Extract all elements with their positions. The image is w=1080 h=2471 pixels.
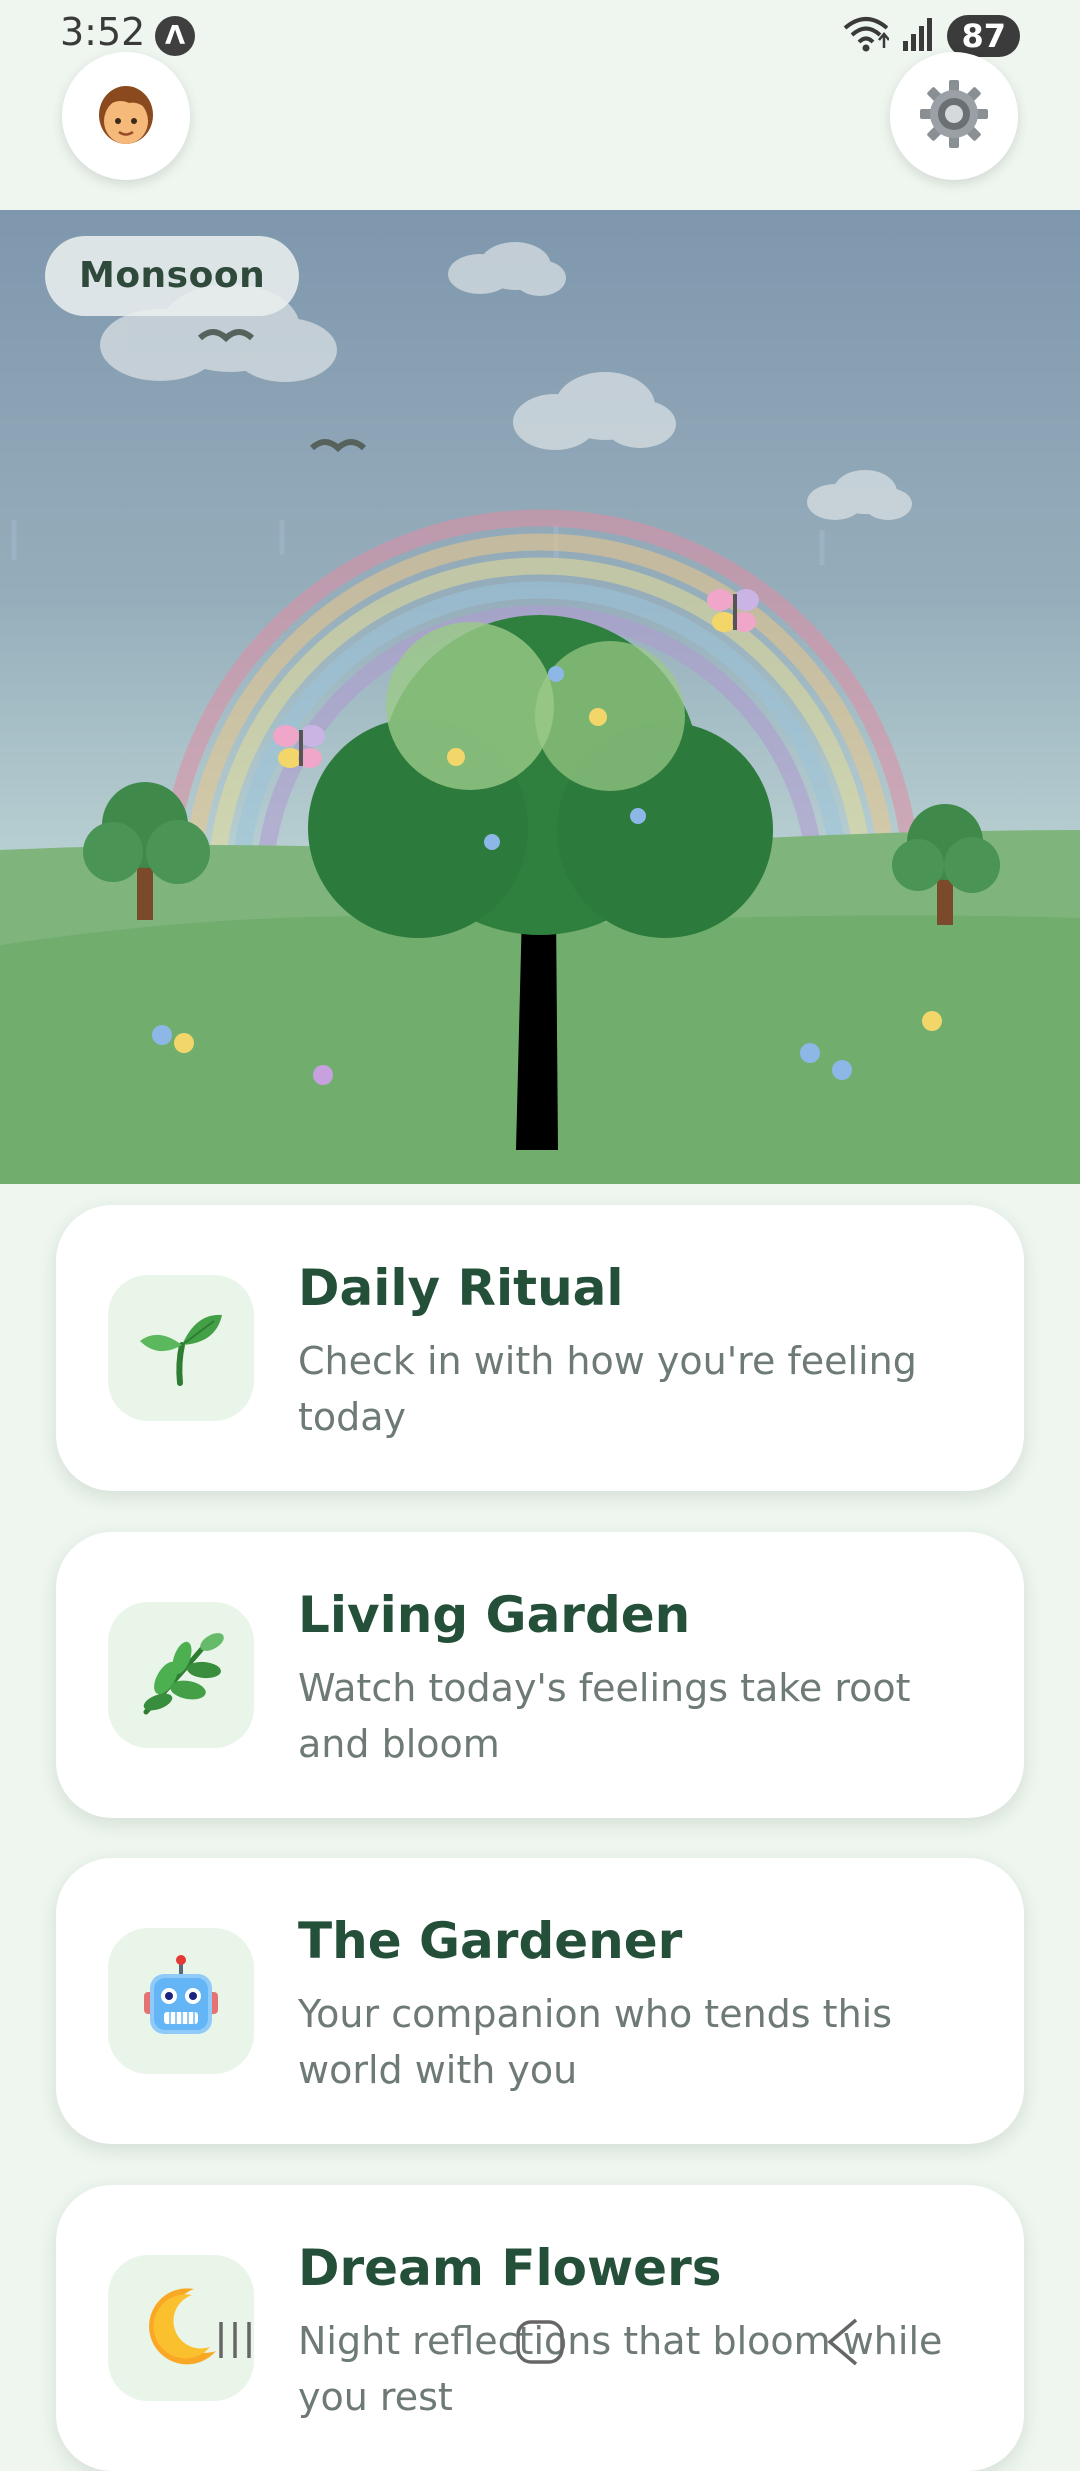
garden-illustration xyxy=(0,242,1080,1184)
card-icon-container xyxy=(108,1275,254,1421)
card-title: Dream Flowers xyxy=(298,2239,722,2297)
robot-icon xyxy=(136,1954,226,2049)
child-avatar-icon xyxy=(91,79,161,154)
settings-button[interactable] xyxy=(890,52,1018,180)
signal-icon xyxy=(901,17,935,55)
battery-icon: 87 xyxy=(947,15,1020,57)
card-daily-ritual[interactable]: Daily Ritual Check in with how you're fe… xyxy=(56,1205,1024,1491)
wifi-icon xyxy=(843,16,891,56)
card-icon-container xyxy=(108,1602,254,1748)
back-icon[interactable] xyxy=(822,2316,866,2373)
card-description: Check in with how you're feeling today xyxy=(298,1339,917,1439)
system-nav-bar xyxy=(0,2298,1080,2408)
card-description: Watch today's feelings take root and blo… xyxy=(298,1666,911,1766)
card-description: Your companion who tends this world with… xyxy=(298,1992,893,2092)
card-title: Living Garden xyxy=(298,1586,691,1644)
card-living-garden[interactable]: Living Garden Watch today's feelings tak… xyxy=(56,1532,1024,1818)
card-the-gardener[interactable]: The Gardener Your companion who tends th… xyxy=(56,1858,1024,2144)
notification-icon: Λ xyxy=(155,16,195,56)
home-icon[interactable] xyxy=(514,2318,566,2371)
status-time: 3:52 xyxy=(60,10,146,54)
seedling-icon xyxy=(136,1301,226,1396)
card-title: Daily Ritual xyxy=(298,1259,624,1317)
herb-icon xyxy=(136,1628,226,1723)
profile-avatar-button[interactable] xyxy=(62,52,190,180)
garden-scene: Monsoon xyxy=(0,210,1080,1184)
status-icons: 87 xyxy=(843,12,1020,60)
recent-apps-icon[interactable] xyxy=(215,2318,259,2367)
card-title: The Gardener xyxy=(298,1912,683,1970)
season-chip[interactable]: Monsoon xyxy=(45,236,300,316)
status-bar: 3:52 Λ 87 xyxy=(0,0,1080,70)
gear-icon xyxy=(918,78,990,155)
card-icon-container xyxy=(108,1928,254,2074)
